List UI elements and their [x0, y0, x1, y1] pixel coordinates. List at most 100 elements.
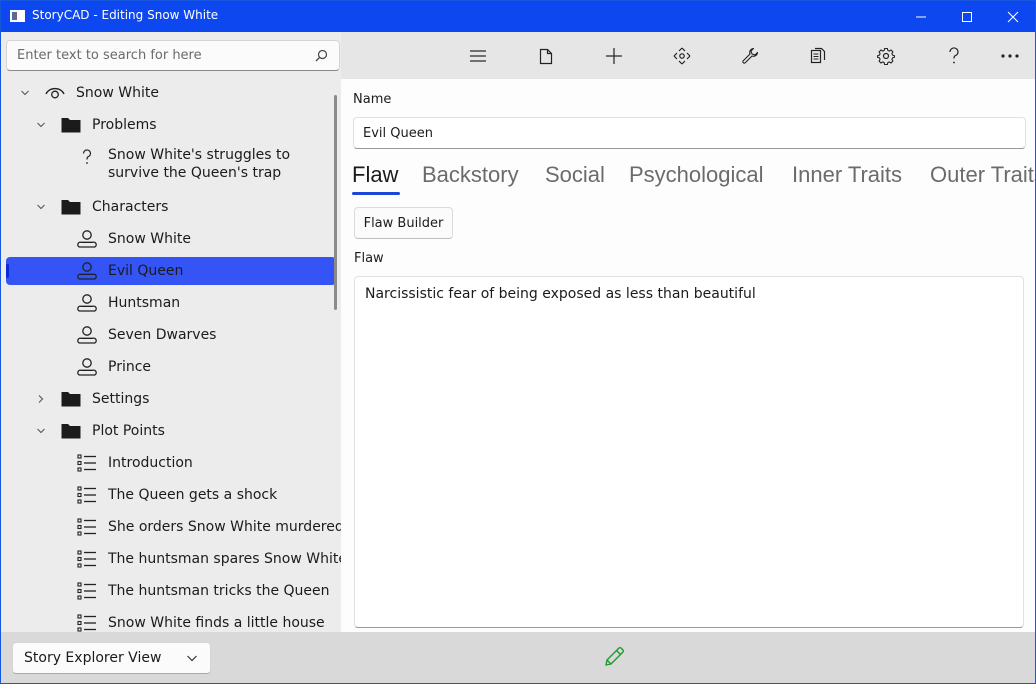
tree-item[interactable]: Snow White finds a little house	[6, 609, 336, 632]
file-icon	[539, 48, 553, 64]
tree-item[interactable]: Snow White	[6, 225, 336, 253]
chevron-down-icon[interactable]	[34, 118, 48, 132]
tab-psychological[interactable]: Psychological	[629, 159, 764, 191]
maximize-icon	[962, 11, 972, 22]
list-icon	[76, 612, 98, 632]
minimize-button[interactable]	[898, 1, 944, 32]
flaw-label: Flaw	[354, 251, 384, 266]
tree-item-label: Snow White finds a little house	[108, 615, 325, 631]
add-button[interactable]	[594, 40, 634, 72]
file-button[interactable]	[526, 40, 566, 72]
pencil-icon	[605, 647, 624, 666]
chevron-right-icon[interactable]	[34, 392, 48, 406]
settings-button[interactable]	[866, 40, 906, 72]
chevron-down-icon[interactable]	[34, 424, 48, 438]
view-selector-value: Story Explorer View	[24, 650, 162, 666]
more-button[interactable]	[990, 40, 1030, 72]
tree-item-label: Prince	[108, 359, 152, 375]
tree-item-label: Snow White	[108, 231, 191, 247]
view-selector[interactable]: Story Explorer View	[12, 642, 211, 674]
question-icon	[76, 146, 98, 168]
search-input[interactable]	[7, 41, 307, 70]
list-icon	[76, 484, 98, 506]
tree-item[interactable]: Prince	[6, 353, 336, 381]
tree-item[interactable]: Evil Queen	[6, 257, 336, 285]
menu-button[interactable]	[458, 40, 498, 72]
close-button[interactable]	[990, 1, 1035, 32]
close-icon	[1007, 11, 1019, 22]
tree-item-label: Problems	[92, 117, 157, 133]
chevron-down-icon[interactable]	[18, 86, 32, 100]
person-icon	[76, 228, 98, 250]
tree-item-label: Settings	[92, 391, 150, 407]
tools-button[interactable]	[730, 40, 770, 72]
title-bar: StoryCAD - Editing Snow White	[1, 1, 1035, 32]
chevron-down-icon	[187, 655, 197, 662]
tree-item-label: The huntsman spares Snow White	[108, 551, 341, 567]
tab-flaw[interactable]: Flaw	[352, 159, 398, 191]
name-field[interactable]	[353, 117, 1026, 149]
tree-item-label: Snow White	[76, 85, 159, 101]
character-tabs: Flaw Backstory Social Psychological Inne…	[352, 159, 1035, 199]
list-icon	[76, 580, 98, 602]
tree-item[interactable]: Seven Dwarves	[6, 321, 336, 349]
chevron-down-icon[interactable]	[34, 200, 48, 214]
command-bar	[341, 32, 1035, 79]
tree-item[interactable]: Characters	[6, 193, 336, 221]
maximize-button[interactable]	[944, 1, 990, 32]
help-button[interactable]	[934, 40, 974, 72]
tree-item[interactable]: Problems	[6, 111, 336, 139]
window-title: StoryCAD - Editing Snow White	[32, 8, 219, 22]
tree-item[interactable]: Introduction	[6, 449, 336, 477]
tree-item-label: Huntsman	[108, 295, 181, 311]
app-window: StoryCAD - Editing Snow White Snow White…	[0, 0, 1036, 684]
gear-icon	[877, 47, 895, 65]
tab-outer-traits[interactable]: Outer Traits	[930, 159, 1035, 191]
tree-item-label: Plot Points	[92, 423, 165, 439]
tree-item-label: The Queen gets a shock	[108, 487, 278, 503]
folder-icon	[60, 114, 82, 136]
story-tree: Snow White Problems Snow White's struggles…	[1, 79, 341, 632]
search-icon[interactable]	[315, 49, 328, 62]
tab-inner-traits[interactable]: Inner Traits	[792, 159, 902, 191]
move-button[interactable]	[662, 40, 702, 72]
tree-scrollbar[interactable]	[334, 95, 337, 310]
status-bar: Story Explorer View	[1, 632, 1035, 683]
wrench-icon	[742, 47, 759, 64]
move-icon	[673, 47, 691, 65]
search-box[interactable]	[6, 40, 340, 71]
reports-button[interactable]	[798, 40, 838, 72]
help-icon	[949, 47, 959, 64]
list-icon	[76, 516, 98, 538]
tab-backstory[interactable]: Backstory	[422, 159, 519, 191]
tree-item[interactable]: The huntsman spares Snow White	[6, 545, 341, 573]
tree-item[interactable]: Huntsman	[6, 289, 336, 317]
tree-item-label: She orders Snow White murdered	[108, 519, 341, 535]
person-icon	[76, 260, 98, 282]
folder-icon	[60, 196, 82, 218]
tree-item[interactable]: She orders Snow White murdered	[6, 513, 341, 541]
tree-item[interactable]: Snow White's struggles to survive the Qu…	[6, 143, 336, 183]
tree-item[interactable]: Settings	[6, 385, 336, 413]
eye-icon	[44, 82, 66, 104]
app-icon	[10, 10, 25, 22]
flaw-builder-button[interactable]: Flaw Builder	[354, 207, 453, 239]
tab-social[interactable]: Social	[545, 159, 605, 191]
flaw-field[interactable]: Narcissistic fear of being exposed as le…	[354, 276, 1024, 628]
menu-icon	[470, 50, 486, 62]
navigation-pane: Snow White Problems Snow White's struggles…	[1, 32, 341, 632]
person-icon	[76, 292, 98, 314]
copy-icon	[810, 47, 826, 64]
tree-item[interactable]: Plot Points	[6, 417, 336, 445]
tree-item-label: Evil Queen	[108, 263, 184, 279]
character-editor: Name Flaw Backstory Social Psychological…	[341, 79, 1035, 632]
person-icon	[76, 356, 98, 378]
tree-item-label: Snow White's struggles to survive the Qu…	[108, 147, 291, 181]
tree-item-label: Characters	[92, 199, 169, 215]
more-icon	[1001, 54, 1019, 58]
add-icon	[606, 48, 622, 64]
tree-item[interactable]: The Queen gets a shock	[6, 481, 336, 509]
list-icon	[76, 548, 98, 570]
tree-item[interactable]: Snow White	[6, 79, 336, 107]
tree-item[interactable]: The huntsman tricks the Queen	[6, 577, 336, 605]
